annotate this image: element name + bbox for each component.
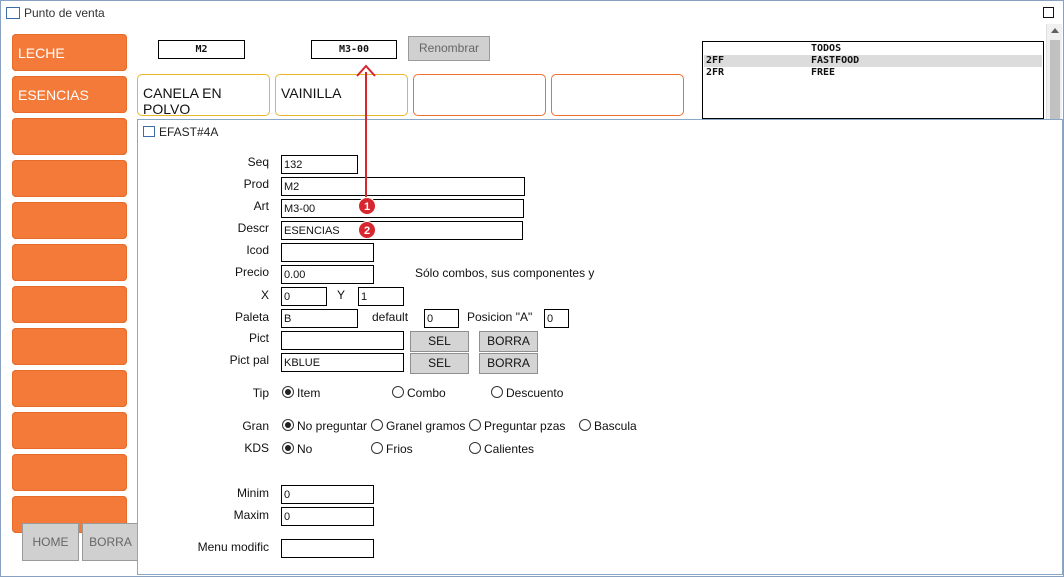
annotation-arrow xyxy=(356,64,376,204)
annotation-marker-2: 2 xyxy=(358,221,376,239)
annotation-marker-1: 1 xyxy=(358,197,376,215)
